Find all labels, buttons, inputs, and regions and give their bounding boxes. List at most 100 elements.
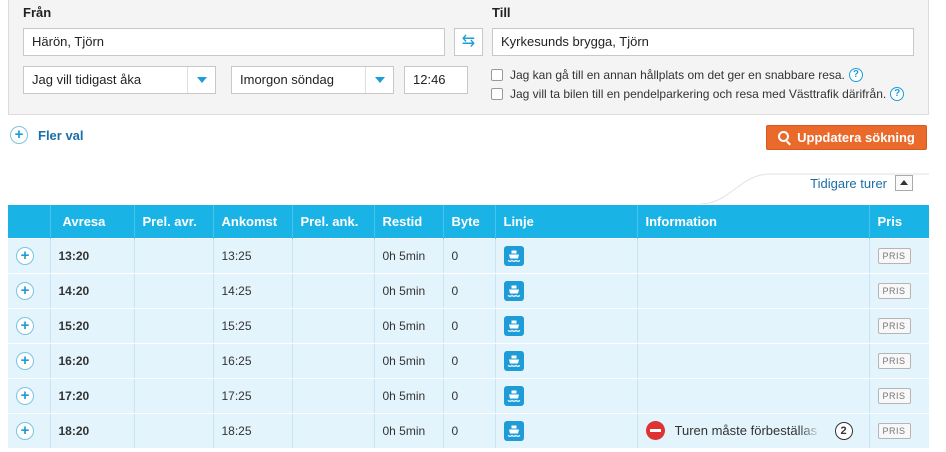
expand-plus-icon[interactable]: +	[16, 421, 34, 440]
cell-information	[637, 307, 870, 344]
cell-avresa: 17:20	[50, 377, 135, 414]
cell-byte: 0	[443, 377, 496, 414]
cell-pris: PRIS	[869, 272, 929, 309]
cell-pris: PRIS	[869, 342, 929, 379]
expand-cell: +	[8, 377, 51, 414]
cell-information	[637, 377, 870, 414]
expand-plus-icon[interactable]: +	[16, 386, 34, 405]
price-button[interactable]: PRIS	[877, 317, 911, 334]
search-form-panel: Från Härön, Tjörn ⇆ Till Kyrkesunds bryg…	[8, 0, 929, 115]
cell-ankomst: 15:25	[213, 307, 293, 344]
cell-information: Turen måste förbeställas 2	[637, 412, 870, 449]
cell-prel-ank	[292, 377, 375, 414]
cell-pris: PRIS	[869, 307, 929, 344]
table-row[interactable]: +16:20 16:25 0h 5min 0 PRIS	[8, 342, 929, 379]
cell-prel-avr	[134, 342, 214, 379]
table-row[interactable]: +15:20 15:25 0h 5min 0 PRIS	[8, 307, 929, 344]
header-byte[interactable]: Byte	[443, 205, 496, 238]
cell-restid: 0h 5min	[374, 377, 444, 414]
expand-cell: +	[8, 412, 51, 449]
header-prel-ank: Prel. ank.	[292, 205, 375, 238]
chevron-up-icon[interactable]	[895, 175, 913, 191]
table-row[interactable]: +14:20 14:25 0h 5min 0 PRIS	[8, 272, 929, 309]
cell-ankomst: 16:25	[213, 342, 293, 379]
cell-avresa: 16:20	[50, 342, 135, 379]
cell-prel-avr	[134, 307, 214, 344]
walk-checkbox[interactable]	[491, 69, 503, 81]
day-value: Imorgon söndag	[240, 72, 334, 87]
update-search-label: Uppdatera sökning	[797, 130, 915, 145]
expand-plus-icon[interactable]: +	[16, 246, 34, 265]
cell-pris: PRIS	[869, 237, 929, 274]
price-button[interactable]: PRIS	[877, 422, 911, 439]
expand-plus-icon[interactable]: +	[16, 316, 34, 335]
search-icon	[778, 131, 790, 142]
cell-restid: 0h 5min	[374, 342, 444, 379]
cell-avresa: 18:20	[50, 412, 135, 449]
time-mode-select[interactable]: Jag vill tidigast åka	[23, 66, 216, 94]
table-row[interactable]: +17:20 17:25 0h 5min 0 PRIS	[8, 377, 929, 414]
table-header-row: Avresa Prel. avr. Ankomst Prel. ank. Res…	[8, 205, 929, 238]
chevron-down-icon	[187, 67, 215, 93]
from-input[interactable]: Härön, Tjörn	[23, 28, 445, 56]
cell-prel-avr	[134, 237, 214, 274]
cell-avresa: 14:20	[50, 272, 135, 309]
cell-information	[637, 237, 870, 274]
cell-byte: 0	[443, 272, 496, 309]
ferry-icon[interactable]	[503, 315, 524, 336]
time-input[interactable]: 12:46	[404, 66, 468, 94]
header-ankomst[interactable]: Ankomst	[213, 205, 293, 238]
expand-plus-icon[interactable]: +	[16, 351, 34, 370]
cell-prel-avr	[134, 272, 214, 309]
ferry-icon[interactable]	[503, 280, 524, 301]
price-button[interactable]: PRIS	[877, 352, 911, 369]
price-button[interactable]: PRIS	[877, 282, 911, 299]
ferry-icon[interactable]	[503, 350, 524, 371]
swap-arrows-icon: ⇆	[461, 33, 476, 50]
cell-prel-avr	[134, 377, 214, 414]
to-input[interactable]: Kyrkesunds brygga, Tjörn	[492, 28, 914, 56]
walk-option: Jag kan gå till en annan hållplats om de…	[491, 68, 863, 82]
table-row[interactable]: +18:20 18:25 0h 5min 0 Turen måste förbestäl…	[8, 412, 929, 449]
walk-option-label: Jag kan gå till en annan hållplats om de…	[510, 68, 845, 82]
earlier-trips-tab: Tidigare turer	[700, 160, 929, 204]
cell-avresa: 15:20	[50, 307, 135, 344]
to-label: Till	[492, 5, 511, 20]
expand-cell: +	[8, 237, 51, 274]
update-search-button[interactable]: Uppdatera sökning	[766, 125, 927, 150]
cell-linje	[495, 307, 638, 344]
header-information: Information	[637, 205, 870, 238]
ferry-icon[interactable]	[503, 420, 524, 441]
cell-linje	[495, 412, 638, 449]
from-label: Från	[23, 5, 52, 20]
expand-cell: +	[8, 342, 51, 379]
header-prel-avr: Prel. avr.	[134, 205, 214, 238]
header-avresa[interactable]: Avresa	[50, 205, 135, 238]
park-checkbox[interactable]	[491, 88, 503, 100]
more-options-link[interactable]: + Fler val	[10, 126, 84, 144]
cell-linje	[495, 377, 638, 414]
ferry-icon[interactable]	[503, 245, 524, 266]
cell-pris: PRIS	[869, 377, 929, 414]
expand-cell: +	[8, 307, 51, 344]
price-button[interactable]: PRIS	[877, 387, 911, 404]
chevron-down-icon	[365, 67, 393, 93]
info-count-badge[interactable]: 2	[834, 421, 853, 440]
cell-information	[637, 272, 870, 309]
cell-prel-avr	[134, 412, 214, 449]
table-row[interactable]: +13:20 13:25 0h 5min 0 PRIS	[8, 237, 929, 274]
info-text: Turen måste förbeställas	[674, 423, 818, 438]
cell-prel-ank	[292, 272, 375, 309]
day-select[interactable]: Imorgon söndag	[231, 66, 394, 94]
cell-linje	[495, 272, 638, 309]
ferry-icon[interactable]	[503, 385, 524, 406]
cell-pris: PRIS	[869, 412, 929, 449]
park-option-label: Jag vill ta bilen till en pendelparkerin…	[510, 87, 887, 101]
swap-button[interactable]: ⇆	[454, 28, 483, 56]
expand-plus-icon[interactable]: +	[16, 281, 34, 300]
price-button[interactable]: PRIS	[877, 247, 911, 264]
help-icon[interactable]: ?	[848, 68, 863, 82]
earlier-trips-link[interactable]: Tidigare turer	[810, 175, 913, 191]
help-icon[interactable]: ?	[890, 87, 905, 101]
header-restid[interactable]: Restid	[374, 205, 444, 238]
